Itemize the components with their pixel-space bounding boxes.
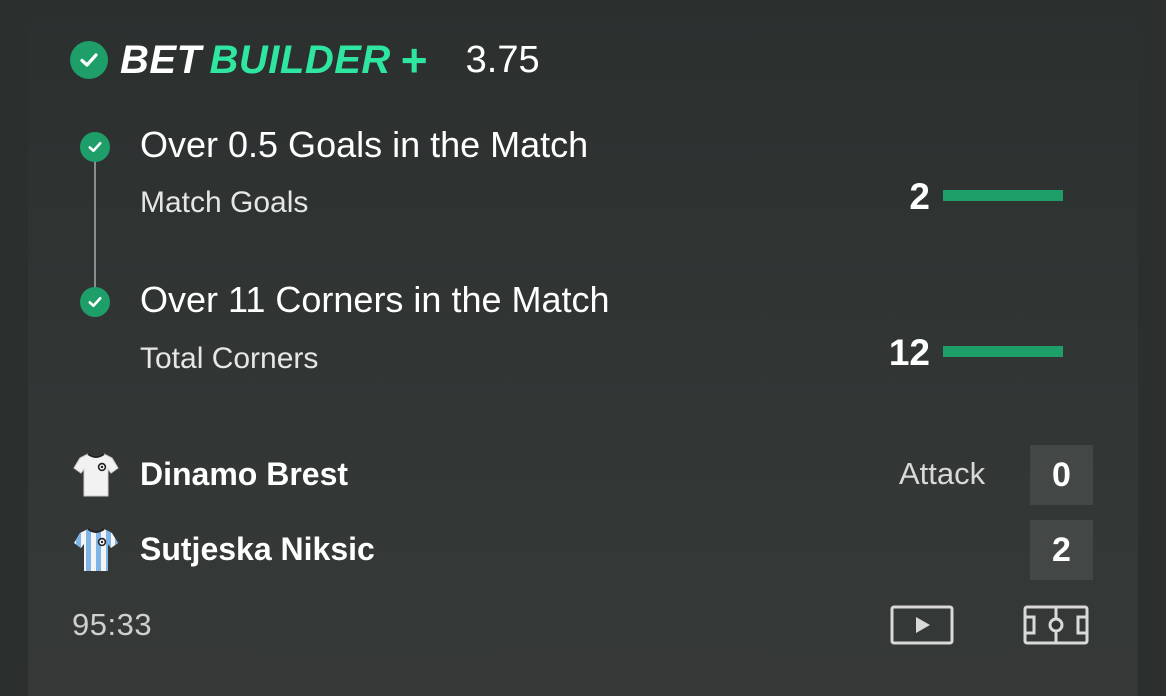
home-team-row: Dinamo Brest — [72, 449, 348, 499]
brand-builder: BUILDER — [209, 37, 391, 82]
leg-subtitle: Total Corners — [140, 342, 319, 375]
match-clock: 95:33 — [72, 607, 153, 642]
home-team-name: Dinamo Brest — [140, 455, 349, 492]
leg-check-icon — [80, 132, 110, 162]
away-score: 2 — [1030, 520, 1093, 580]
away-team-name: Sutjeska Niksic — [140, 530, 375, 567]
check-circle-icon — [70, 41, 108, 79]
score-label: Attack — [899, 456, 986, 491]
bet-card: BET BUILDER + 3.75 Over 0.5 Goals in the … — [28, 0, 1138, 696]
timeline-connector — [94, 160, 96, 300]
white-shirt-icon — [73, 453, 119, 497]
leg-progress-bar — [943, 346, 1063, 357]
leg-value: 12 — [888, 332, 930, 373]
bet-builder-header: BET BUILDER + 3.75 — [70, 34, 540, 86]
away-team-row: Sutjeska Niksic — [72, 524, 375, 574]
plus-icon: + — [400, 34, 428, 86]
leg-subtitle: Match Goals — [140, 186, 309, 219]
leg-title: Over 11 Corners in the Match — [140, 279, 610, 320]
leg-value: 2 — [909, 176, 930, 217]
leg-check-icon — [80, 287, 110, 317]
brand-bet: BET — [120, 37, 202, 82]
play-icon[interactable] — [890, 605, 954, 645]
odds-value: 3.75 — [465, 38, 540, 81]
leg-title: Over 0.5 Goals in the Match — [140, 124, 589, 165]
leg-progress-bar — [943, 190, 1063, 201]
striped-shirt-icon — [74, 528, 118, 571]
home-score: 0 — [1030, 445, 1093, 505]
brand-logo: BET BUILDER — [120, 38, 391, 83]
pitch-icon[interactable] — [1023, 605, 1089, 645]
